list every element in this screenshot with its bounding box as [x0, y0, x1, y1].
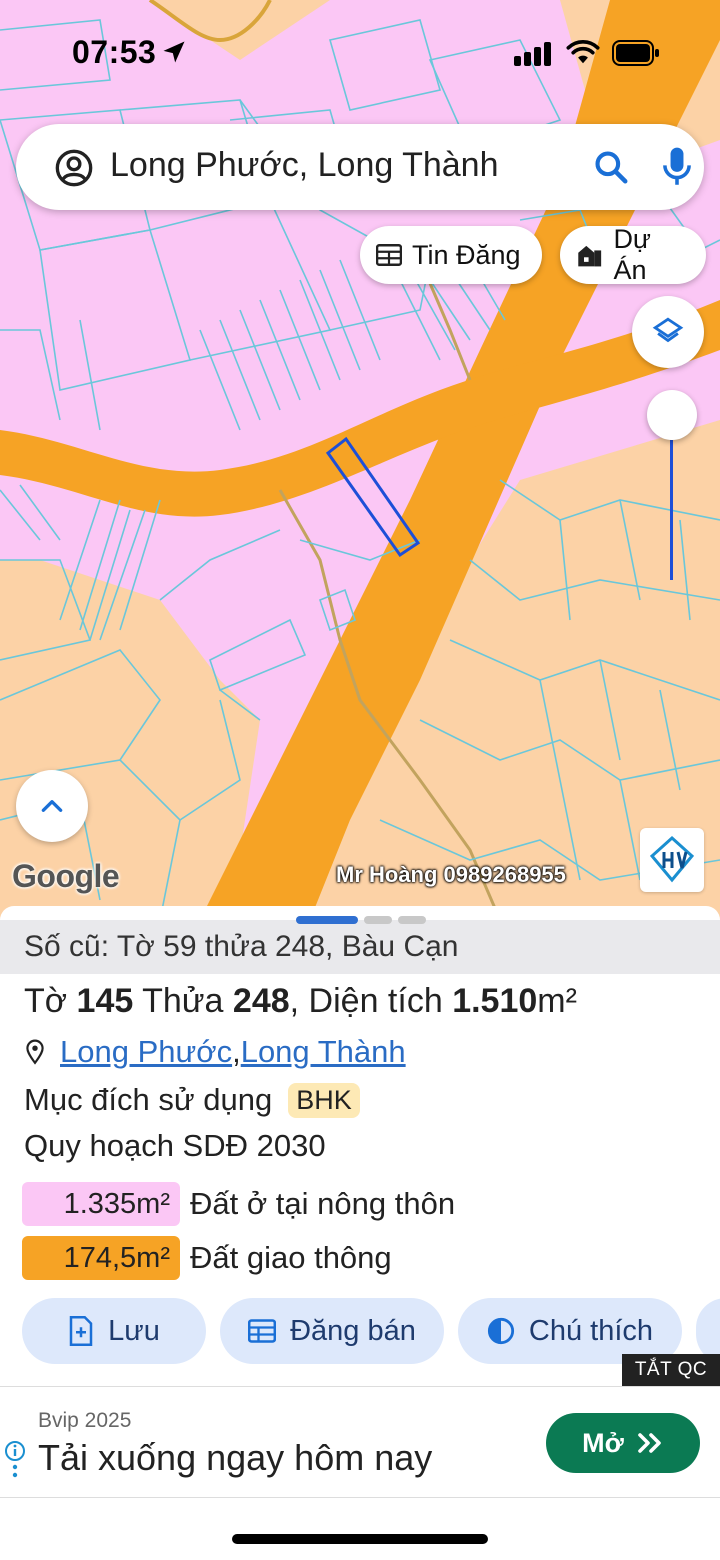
plan-area-value: 1.335m²: [22, 1182, 180, 1226]
old-parcel-reference: Số cũ: Tờ 59 thửa 248, Bàu Cạn: [0, 920, 720, 974]
account-icon[interactable]: [54, 148, 94, 188]
parcel-info-sheet[interactable]: Số cũ: Tờ 59 thửa 248, Bàu Cạn Tờ 145 Th…: [0, 906, 720, 1560]
purpose-label: Mục đích sử dụng: [24, 1082, 273, 1117]
plan-area-label: Đất giao thông: [190, 1240, 392, 1275]
battery-icon: [612, 40, 659, 66]
legend-button-label: Chú thích: [528, 1314, 654, 1347]
search-icon[interactable]: [592, 148, 630, 186]
ad-info-icon[interactable]: [4, 1441, 26, 1481]
sheet-label: Tờ: [24, 982, 68, 1020]
page-indicator-active: [296, 916, 358, 924]
map-view[interactable]: 07:53 Long Phước, Long Thành Tin Đăng Dự…: [0, 0, 720, 920]
double-chevron-right-icon: [638, 1433, 661, 1453]
listings-chip-label: Tin Đăng: [412, 239, 521, 270]
sheet-number: 145: [76, 982, 134, 1020]
table-icon: [248, 1319, 277, 1343]
listings-chip[interactable]: Tin Đăng: [360, 226, 542, 284]
land-use-code-badge: BHK: [288, 1082, 360, 1118]
cell-signal-icon: [514, 42, 551, 66]
contact-watermark: Mr Hoàng 0989268955: [336, 862, 566, 887]
search-bar[interactable]: Long Phước, Long Thành: [16, 124, 704, 210]
sheet-page-indicator[interactable]: [296, 916, 426, 924]
search-input[interactable]: Long Phước, Long Thành: [110, 146, 570, 185]
opacity-slider-track[interactable]: [670, 440, 673, 580]
page-indicator-dot: [398, 916, 426, 924]
listing-table-icon: [376, 244, 402, 266]
app-screen: 07:53 Long Phước, Long Thành Tin Đăng Dự…: [0, 0, 720, 1560]
plan-area-row: 1.335m² Đất ở tại nông thôn: [22, 1182, 455, 1226]
ad-banner[interactable]: Bvip 2025 Tải xuống ngay hôm nay Mở: [0, 1386, 720, 1498]
expand-sheet-button[interactable]: [16, 770, 88, 842]
projects-chip-label: Dự Án: [613, 224, 652, 285]
area-value: 1.510: [452, 982, 538, 1020]
area-unit: m²: [537, 982, 577, 1020]
location-arrow-icon: [163, 41, 185, 63]
wifi-icon: [566, 40, 600, 64]
ad-sponsor: Bvip 2025: [38, 1409, 132, 1432]
ad-open-button[interactable]: Mở: [546, 1413, 700, 1473]
add-file-icon: [69, 1316, 93, 1346]
status-bar: 07:53: [0, 0, 720, 100]
location-pin-icon: [26, 1039, 44, 1065]
parcel-summary: Tờ 145 Thửa 248, Diện tích 1.510m²: [24, 982, 577, 1021]
parcel-number: 248: [232, 982, 290, 1020]
save-button-label: Lưu: [108, 1314, 160, 1347]
home-indicator[interactable]: [232, 1534, 488, 1544]
parcel-label: Thửa: [142, 982, 224, 1020]
post-sale-button-label: Đăng bán: [290, 1314, 416, 1347]
plan-area-label: Đất ở tại nông thôn: [190, 1186, 456, 1221]
plan-area-value: 174,5m²: [22, 1236, 180, 1280]
plan-title: Quy hoạch SDĐ 2030: [24, 1128, 326, 1163]
ad-headline: Tải xuống ngay hôm nay: [38, 1437, 433, 1478]
opacity-slider-handle[interactable]: [647, 390, 697, 440]
layers-icon: [652, 317, 684, 343]
layers-button[interactable]: [632, 296, 704, 368]
microphone-icon[interactable]: [660, 146, 694, 188]
district-link[interactable]: Long Thành: [241, 1034, 406, 1070]
clock: 07:53: [72, 34, 157, 70]
chevron-up-icon: [41, 800, 63, 812]
plan-area-row: 174,5m² Đất giao thông: [22, 1236, 392, 1280]
post-sale-button[interactable]: Đăng bán: [220, 1298, 444, 1364]
page-indicator-dot: [364, 916, 392, 924]
turn-off-ads-button[interactable]: TẮT QC: [622, 1354, 720, 1386]
projects-chip[interactable]: Dự Án: [560, 224, 706, 285]
land-use-purpose: Mục đích sử dụng BHK: [24, 1082, 360, 1118]
brand-logo[interactable]: [640, 828, 704, 892]
location-line: Long Phước, Long Thành: [24, 1034, 406, 1070]
buildings-icon: [578, 245, 602, 267]
ad-open-label: Mở: [582, 1427, 624, 1458]
google-logo: Google: [12, 858, 120, 894]
contrast-icon: [487, 1317, 514, 1345]
ward-link[interactable]: Long Phước: [60, 1034, 232, 1070]
save-button[interactable]: Lưu: [22, 1298, 206, 1364]
area-label: , Diện tích: [289, 982, 443, 1020]
hoang-thinh-logo: [649, 835, 695, 883]
location-separator: ,: [232, 1034, 241, 1069]
